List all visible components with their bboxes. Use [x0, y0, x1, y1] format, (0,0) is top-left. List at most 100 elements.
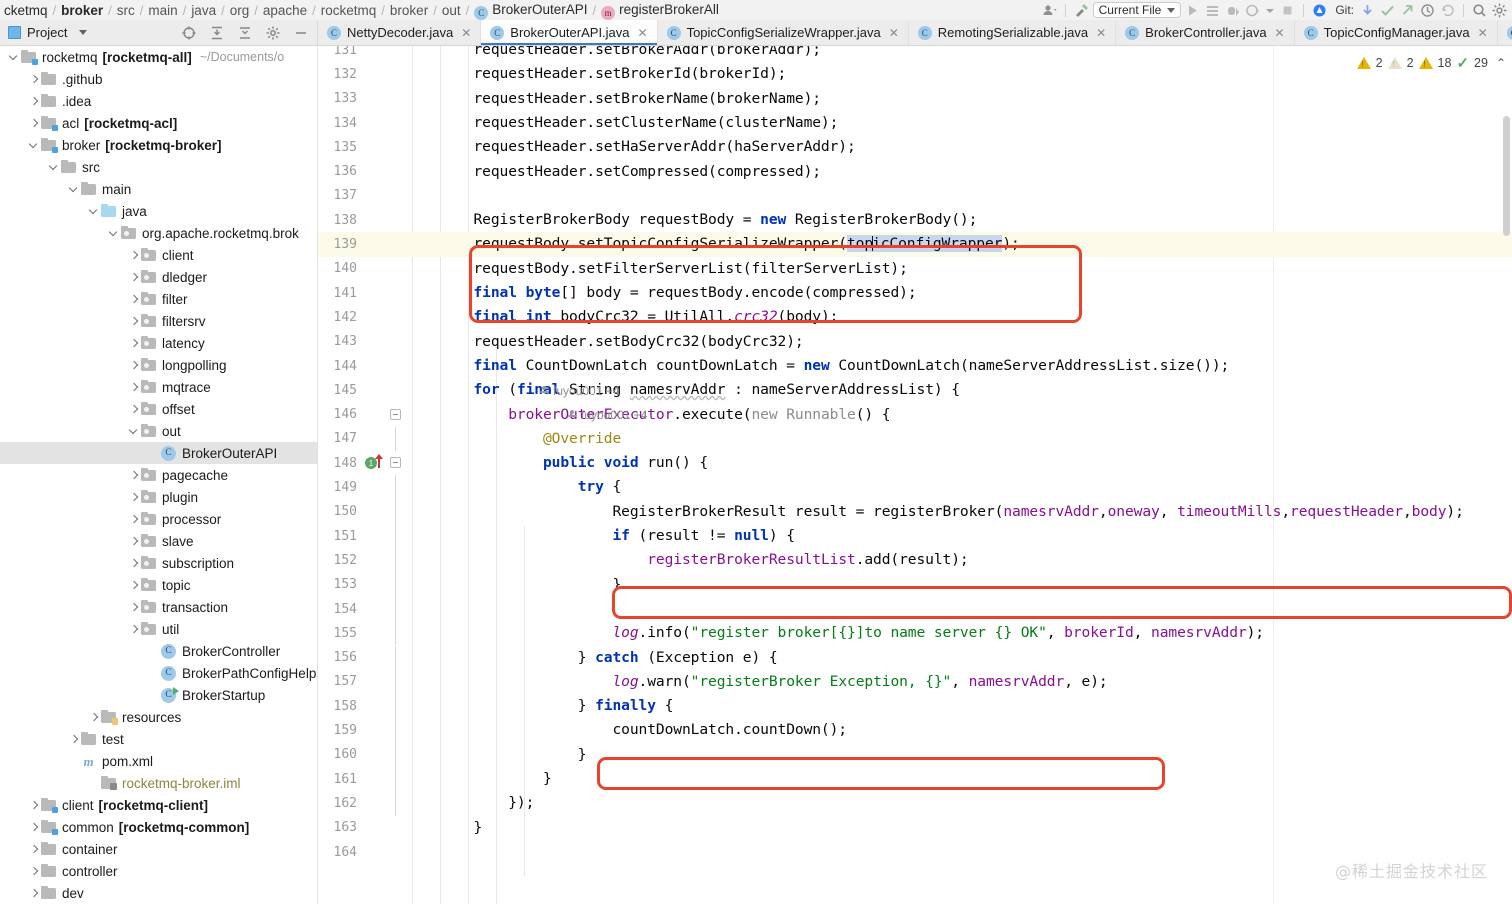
tree-node-client[interactable]: client [0, 244, 317, 266]
line-number[interactable]: 164 [318, 845, 364, 860]
code-text[interactable]: requestHeader.setClusterName(clusterName… [404, 111, 1512, 135]
breadcrumb-item-apache[interactable]: apache [259, 3, 311, 18]
breadcrumb-item-java[interactable]: java [187, 3, 220, 18]
chevron-down-icon[interactable] [88, 205, 101, 218]
overriding-method-icon[interactable] [375, 454, 383, 469]
breadcrumb-item-cketmq[interactable]: cketmq [0, 3, 52, 18]
chevron-right-icon[interactable] [128, 271, 141, 284]
code-folding-area[interactable] [386, 305, 404, 329]
code-folding-area[interactable] [386, 160, 404, 184]
code-line[interactable]: 162 }); [318, 791, 1512, 816]
code-text[interactable]: requestHeader.setBrokerId(brokerId); [404, 62, 1512, 86]
code-line[interactable]: 138 RegisterBrokerBody requestBody = new… [318, 208, 1512, 232]
line-number[interactable]: 141 [318, 286, 364, 301]
code-folding-area[interactable] [386, 840, 404, 864]
code-text[interactable]: requestBody.setTopicConfigSerializeWrapp… [404, 232, 1512, 256]
chevron-right-icon[interactable] [128, 535, 141, 548]
breadcrumb-item-out[interactable]: out [438, 3, 465, 18]
tree-node-offset[interactable]: offset [0, 398, 317, 420]
expand-all-icon[interactable] [209, 25, 225, 41]
tree-node-brokerpathconfighelpe[interactable]: C BrokerPathConfigHelpe [0, 662, 317, 684]
code-text[interactable]: registerBrokerResultList.add(result); [404, 548, 1512, 572]
breadcrumb-item-method[interactable]: m registerBrokerAll [597, 2, 723, 20]
gutter-marker-area[interactable] [364, 305, 386, 329]
tab-brokerouterapi[interactable]: C BrokerOuterAPI.java ✕ [481, 20, 658, 45]
tree-node-longpolling[interactable]: longpolling [0, 354, 317, 376]
gutter-marker-area[interactable] [364, 475, 386, 499]
code-text[interactable]: final CountDownLatch countDownLatch = ne… [404, 354, 1512, 378]
git-update-icon[interactable] [1359, 2, 1376, 19]
inspection-widget[interactable]: 2 2 18 ✓ 29 ⌃ [1356, 54, 1506, 72]
tree-node-java[interactable]: java [0, 200, 317, 222]
gutter-marker-area[interactable] [364, 524, 386, 548]
code-line[interactable]: 156 } catch (Exception e) { [318, 645, 1512, 670]
line-number[interactable]: 138 [318, 213, 364, 228]
editor-scrollbar[interactable] [1500, 46, 1512, 904]
chevron-right-icon[interactable] [68, 733, 81, 746]
code-text[interactable]: requestHeader.setBrokerName(brokerName); [404, 87, 1512, 111]
code-folding-area[interactable] [386, 718, 404, 743]
code-lines[interactable]: 131 requestHeader.setBrokerAddr(brokerAd… [318, 46, 1512, 904]
code-line[interactable]: 143 requestHeader.setBodyCrc32(bodyCrc32… [318, 330, 1512, 354]
line-number[interactable]: 137 [318, 188, 364, 203]
line-number[interactable]: 140 [318, 261, 364, 276]
chevron-right-icon[interactable] [128, 293, 141, 306]
chevron-right-icon[interactable] [128, 381, 141, 394]
code-line[interactable]: 159 countDownLatch.countDown(); [318, 718, 1512, 743]
line-number[interactable]: 159 [318, 723, 364, 738]
chevron-right-icon[interactable] [128, 491, 141, 504]
settings-icon[interactable] [1491, 2, 1508, 19]
tree-node-acl[interactable]: acl [rocketmq-acl] [0, 112, 317, 134]
project-tree[interactable]: rocketmq [rocketmq-all] ~/Documents/o .gith… [0, 46, 318, 904]
line-number[interactable]: 150 [318, 504, 364, 519]
gutter-marker-area[interactable] [364, 621, 386, 645]
code-text[interactable]: final byte[] body = requestBody.encode(c… [404, 281, 1512, 305]
code-line[interactable]: 135 requestHeader.setHaServerAddr(haServ… [318, 135, 1512, 159]
tree-node-slave[interactable]: slave [0, 530, 317, 552]
tree-node-rocketmq-broker-iml[interactable]: rocketmq-broker.iml [0, 772, 317, 794]
code-text[interactable]: public void run() { [404, 451, 1512, 475]
tree-node-controller[interactable]: controller [0, 860, 317, 882]
tree-node-org-apache-rocketmq-brok[interactable]: org.apache.rocketmq.brok [0, 222, 317, 244]
tree-node-processor[interactable]: processor [0, 508, 317, 530]
tree-node-rocketmq[interactable]: rocketmq [rocketmq-all] ~/Documents/o [0, 46, 317, 68]
line-number[interactable]: 145 [318, 383, 364, 398]
code-line[interactable]: 158 } finally { [318, 694, 1512, 719]
code-folding-area[interactable] [386, 135, 404, 159]
code-line[interactable]: 160 } [318, 742, 1512, 767]
code-text[interactable]: requestBody.setFilterServerList(filterSe… [404, 257, 1512, 281]
code-line[interactable]: 150 RegisterBrokerResult result = regist… [318, 499, 1512, 524]
chevron-down-icon[interactable] [128, 425, 141, 438]
code-text[interactable]: log.info("register broker[{}]to name ser… [404, 621, 1512, 645]
code-folding-area[interactable] [386, 621, 404, 646]
code-folding-area[interactable] [386, 378, 404, 402]
line-number[interactable]: 149 [318, 480, 364, 495]
code-line[interactable]: 140 requestBody.setFilterServerList(filt… [318, 257, 1512, 281]
line-number[interactable]: 147 [318, 431, 364, 446]
code-line[interactable]: 131 requestHeader.setBrokerAddr(brokerAd… [318, 46, 1512, 62]
chevron-right-icon[interactable] [28, 799, 41, 812]
gutter-marker-area[interactable] [364, 670, 386, 694]
code-line[interactable]: 153 } [318, 572, 1512, 597]
line-number[interactable]: 157 [318, 674, 364, 689]
code-folding-area[interactable] [386, 184, 404, 208]
tree-node-mqtrace[interactable]: mqtrace [0, 376, 317, 398]
debug-icon[interactable] [1224, 2, 1241, 19]
tree-node-filter[interactable]: filter [0, 288, 317, 310]
line-number[interactable]: 152 [318, 553, 364, 568]
ai-assistant-icon[interactable] [1311, 2, 1328, 19]
tab-nettydecoder[interactable]: C NettyDecoder.java ✕ [318, 20, 482, 45]
code-folding-area[interactable] [386, 354, 404, 378]
line-number[interactable]: 155 [318, 626, 364, 641]
build-hammer-icon[interactable] [1073, 2, 1090, 19]
code-folding-area[interactable] [386, 572, 404, 597]
gutter-marker-area[interactable] [364, 500, 386, 524]
code-text[interactable]: requestHeader.setCompressed(compressed); [404, 160, 1512, 184]
tree-node-topic[interactable]: topic [0, 574, 317, 596]
git-commit-icon[interactable] [1379, 2, 1396, 19]
chevron-down-icon[interactable] [1264, 2, 1276, 19]
code-line[interactable]: 152 registerBrokerResultList.add(result)… [318, 548, 1512, 573]
hide-icon[interactable] [293, 25, 309, 41]
code-text[interactable]: final int bodyCrc32 = UtilAll.crc32(body… [404, 305, 1512, 329]
collapse-all-icon[interactable] [237, 25, 253, 41]
